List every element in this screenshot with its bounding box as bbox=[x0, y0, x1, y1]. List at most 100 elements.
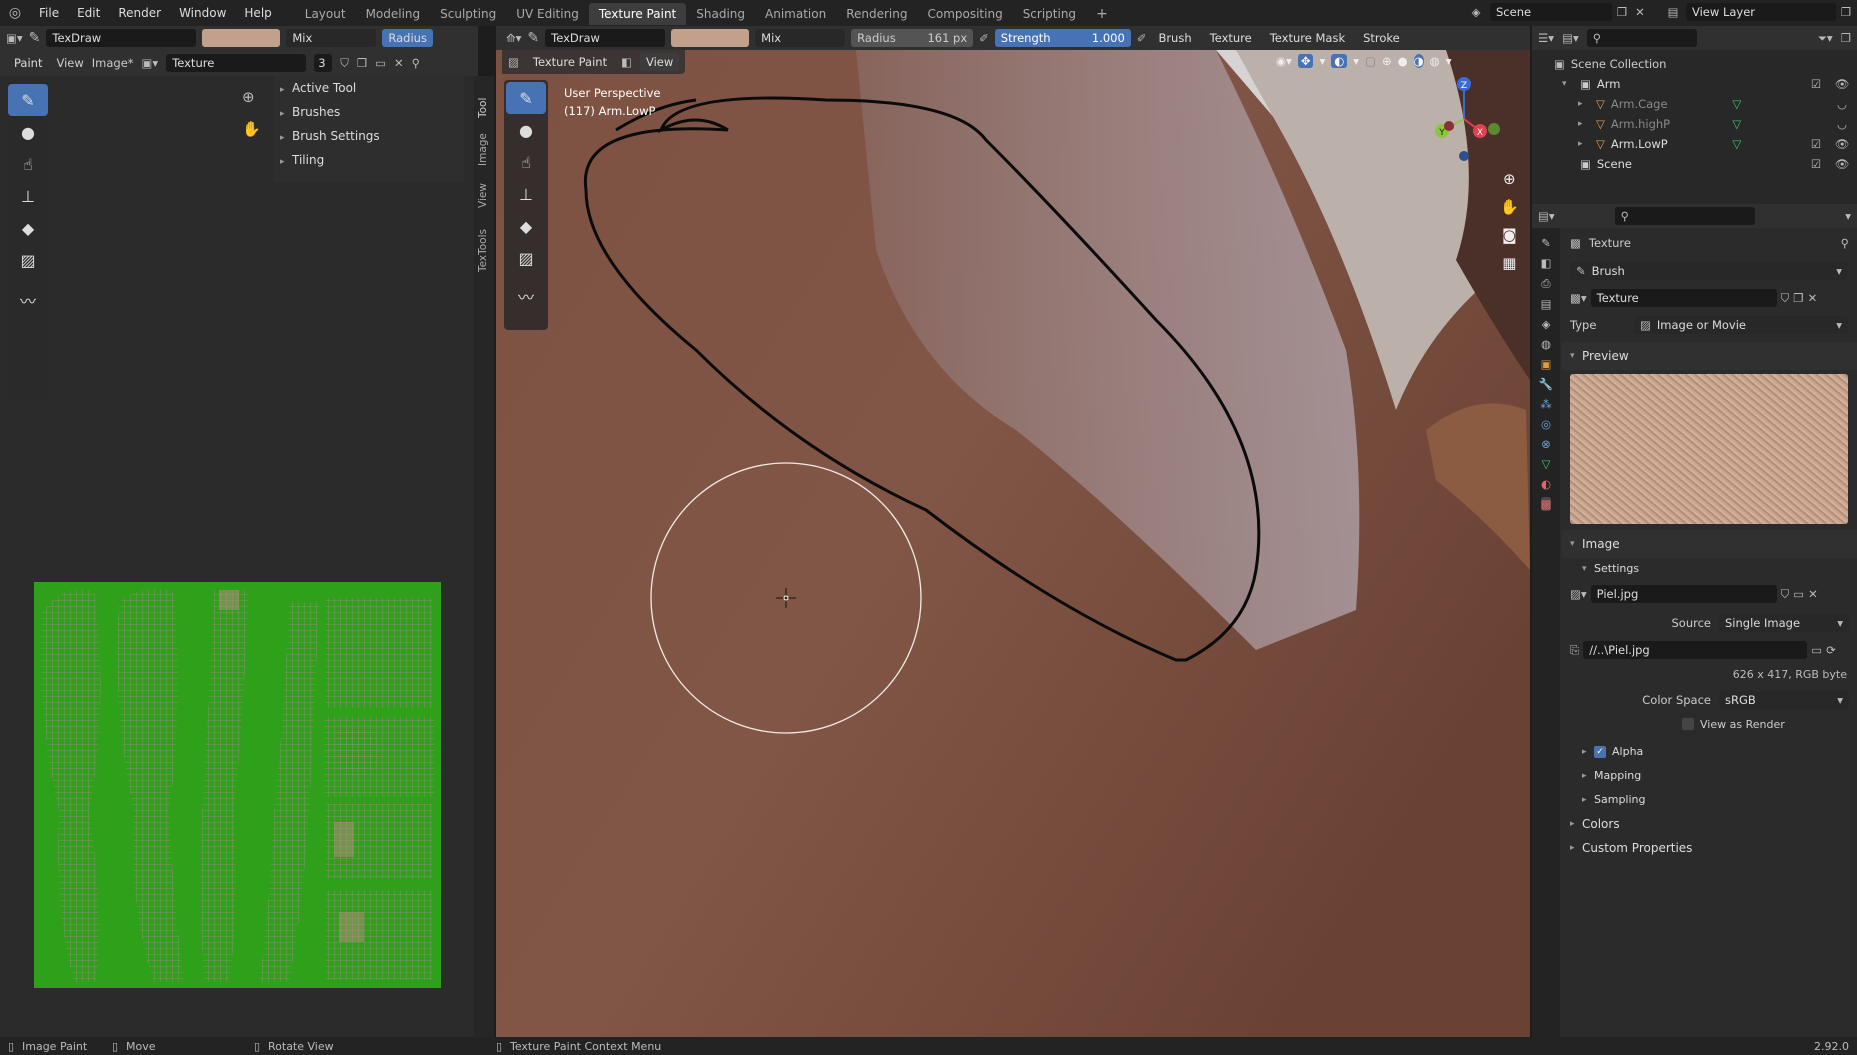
tab-modeling[interactable]: Modeling bbox=[356, 3, 431, 25]
colorspace-dropdown[interactable]: sRGB ▾ bbox=[1719, 691, 1849, 709]
texture-tab-icon[interactable]: ▩ bbox=[1540, 497, 1552, 511]
render-tab-icon[interactable]: ◧ bbox=[1541, 256, 1552, 270]
outliner-editor-icon[interactable]: ☰▾ bbox=[1538, 31, 1554, 45]
view-layer-field[interactable]: View Layer bbox=[1686, 3, 1836, 21]
radius-button[interactable]: Radius bbox=[382, 29, 433, 47]
vp-fill-tool-icon[interactable]: ◆ bbox=[506, 210, 546, 242]
image-menu[interactable]: Image* bbox=[92, 56, 134, 70]
vp-mask-tool-icon[interactable]: ▨ bbox=[506, 242, 546, 274]
new-scene-icon[interactable]: ❐ bbox=[1612, 5, 1632, 19]
view-as-render-checkbox[interactable] bbox=[1682, 718, 1694, 730]
outliner-item[interactable]: ▸ ▽ Arm.Cage ▽ ◡ bbox=[1532, 94, 1857, 114]
overlay-toggle-icon[interactable]: ◐ bbox=[1331, 54, 1348, 68]
tab-sculpting[interactable]: Sculpting bbox=[430, 3, 506, 25]
zoom-icon[interactable]: ⊕ bbox=[242, 88, 255, 106]
display-mode-icon[interactable]: ▤▾ bbox=[1562, 31, 1579, 45]
outliner-item[interactable]: ▣ Scene ☑ 👁 bbox=[1532, 154, 1857, 174]
image-open-icon[interactable]: ▭ bbox=[1793, 587, 1804, 601]
paint-mode-dropdown[interactable]: Paint bbox=[8, 54, 48, 72]
browse-file-icon[interactable]: ▭ bbox=[1811, 643, 1822, 657]
constraints-tab-icon[interactable]: ⊗ bbox=[1541, 437, 1551, 451]
smear-tool-icon[interactable]: ☝ bbox=[8, 148, 48, 180]
vp-soften-tool-icon[interactable]: ● bbox=[506, 114, 546, 146]
camera-view-icon[interactable]: ◙ bbox=[1500, 226, 1519, 244]
new-view-layer-icon[interactable]: ❐ bbox=[1836, 5, 1856, 19]
output-tab-icon[interactable]: ⎙ bbox=[1541, 276, 1550, 291]
mapping-subpanel[interactable]: ▸ Mapping bbox=[1562, 764, 1857, 788]
vp-smear-tool-icon[interactable]: ☝ bbox=[506, 146, 546, 178]
settings-subpanel-header[interactable]: ▾ Settings bbox=[1562, 558, 1857, 580]
visibility-eye-icon[interactable]: 👁 bbox=[1831, 77, 1853, 91]
gizmo-toggle-icon[interactable]: ✥ bbox=[1297, 54, 1314, 68]
packed-file-icon[interactable]: ⎘ bbox=[1570, 643, 1579, 658]
vp-zoom-icon[interactable]: ⊕ bbox=[1500, 170, 1519, 188]
panel-brush-settings[interactable]: ▸ Brush Settings bbox=[274, 124, 464, 148]
texture-name-field[interactable]: Texture bbox=[1590, 289, 1777, 307]
image-users-count[interactable]: 3 bbox=[314, 54, 333, 72]
strength-slider[interactable]: Strength 1.000 bbox=[994, 29, 1131, 47]
tab-textools[interactable]: TexTools bbox=[477, 216, 489, 272]
blend-mode-dropdown[interactable]: Mix bbox=[286, 29, 377, 47]
preview-panel-header[interactable]: ▾ Preview bbox=[1562, 342, 1857, 370]
view-layer-tab-icon[interactable]: ▤ bbox=[1541, 297, 1552, 311]
object-tab-icon[interactable]: ▣ bbox=[1541, 357, 1552, 371]
physics-tab-icon[interactable]: ◎ bbox=[1541, 417, 1551, 431]
viewport-3d[interactable]: ▨ Texture Paint ◧ View User Perspective … bbox=[496, 50, 1530, 1037]
xray-icon[interactable]: ▢ bbox=[1365, 54, 1376, 68]
menu-window[interactable]: Window bbox=[170, 0, 235, 26]
expand-toggle-icon[interactable]: ▸ bbox=[1578, 119, 1590, 129]
image-texture-field[interactable]: Texture bbox=[166, 54, 307, 72]
image-editor-canvas[interactable]: ✎ ● ☝ ⊥ ◆ ▨ 〰 ⊕ ✋ ▸ Active Tool ▸ Brushes … bbox=[0, 76, 474, 1037]
colors-panel[interactable]: ▸ Colors bbox=[1562, 812, 1857, 836]
texture-paint-mode-icon[interactable]: ▨ bbox=[508, 55, 519, 69]
visibility-eye-icon[interactable]: 👁 bbox=[1831, 137, 1853, 151]
material-tab-icon[interactable]: ◐ bbox=[1541, 477, 1551, 491]
expand-toggle-icon[interactable]: ▾ bbox=[1562, 79, 1574, 89]
viewport-editor-type-icon[interactable]: ⟰▾ bbox=[506, 31, 521, 45]
tab-scripting[interactable]: Scripting bbox=[1013, 3, 1086, 25]
image-fake-user-icon[interactable]: ⛉ bbox=[1781, 587, 1790, 602]
fake-user-icon[interactable]: ⛉ bbox=[340, 56, 349, 71]
gizmo-dropdown-icon[interactable]: ▾ bbox=[1319, 54, 1325, 68]
menu-edit[interactable]: Edit bbox=[68, 0, 109, 26]
pin-properties-icon[interactable]: ⚲ bbox=[1841, 236, 1849, 250]
modifier-tab-icon[interactable]: 🔧 bbox=[1539, 377, 1553, 391]
exclude-checkbox[interactable]: ☑ bbox=[1807, 137, 1825, 151]
texture-context-dropdown[interactable]: ✎ Brush ▾ bbox=[1570, 262, 1848, 280]
alpha-checkbox[interactable]: ✓ bbox=[1594, 746, 1606, 758]
overlay-dropdown-icon[interactable]: ▾ bbox=[1353, 54, 1359, 68]
vp-draw-tool-icon[interactable]: ✎ bbox=[506, 82, 546, 114]
visibility-eye-icon[interactable]: 👁 bbox=[1831, 157, 1853, 171]
tab-uv-editing[interactable]: UV Editing bbox=[506, 3, 589, 25]
outliner-item[interactable]: ▸ ▽ Arm.highP ▽ ◡ bbox=[1532, 114, 1857, 134]
annotate-tool-icon[interactable]: 〰 bbox=[8, 284, 48, 316]
image-unlink-icon[interactable]: ✕ bbox=[1808, 587, 1818, 601]
image-panel-header[interactable]: ▾ Image bbox=[1562, 530, 1857, 558]
mask-toggle-icon[interactable]: ◧ bbox=[621, 55, 632, 69]
properties-editor-icon[interactable]: ▤▾ bbox=[1538, 209, 1555, 223]
editor-type-icon[interactable]: ▣▾ bbox=[6, 31, 23, 45]
tab-rendering[interactable]: Rendering bbox=[836, 3, 917, 25]
view-layer-selector[interactable]: ▤ View Layer ❐ ✕ bbox=[1660, 3, 1857, 21]
blender-logo-icon[interactable]: ◎ bbox=[0, 5, 30, 21]
radius-pressure-icon[interactable]: ✐ bbox=[979, 31, 989, 45]
brush-name-field[interactable]: TexDraw bbox=[46, 29, 197, 47]
vp-annotate-tool-icon[interactable]: 〰 bbox=[506, 280, 546, 312]
tab-animation[interactable]: Animation bbox=[755, 3, 836, 25]
viewport-brush-field[interactable]: TexDraw bbox=[545, 29, 666, 47]
texture-mask-menu[interactable]: Texture Mask bbox=[1264, 29, 1351, 47]
texture-unlink-icon[interactable]: ✕ bbox=[1808, 291, 1818, 305]
fill-tool-icon[interactable]: ◆ bbox=[8, 212, 48, 244]
source-dropdown[interactable]: Single Image ▾ bbox=[1719, 614, 1849, 632]
ortho-toggle-icon[interactable]: ▦ bbox=[1500, 254, 1519, 272]
new-image-icon[interactable]: ❐ bbox=[357, 56, 367, 70]
brush-color-swatch[interactable] bbox=[202, 29, 281, 47]
new-collection-icon[interactable]: ❐ bbox=[1841, 31, 1851, 45]
mode-dropdown[interactable]: Texture Paint bbox=[527, 53, 613, 71]
viewport-blend-dropdown[interactable]: Mix bbox=[755, 29, 846, 47]
visibility-eye-icon[interactable]: ◡ bbox=[1831, 97, 1853, 111]
panel-brushes[interactable]: ▸ Brushes bbox=[274, 100, 464, 124]
pan-hand-icon[interactable]: ✋ bbox=[242, 120, 261, 138]
wireframe-shading-icon[interactable]: ⊕ bbox=[1382, 54, 1392, 68]
open-image-icon[interactable]: ▭ bbox=[375, 56, 386, 70]
